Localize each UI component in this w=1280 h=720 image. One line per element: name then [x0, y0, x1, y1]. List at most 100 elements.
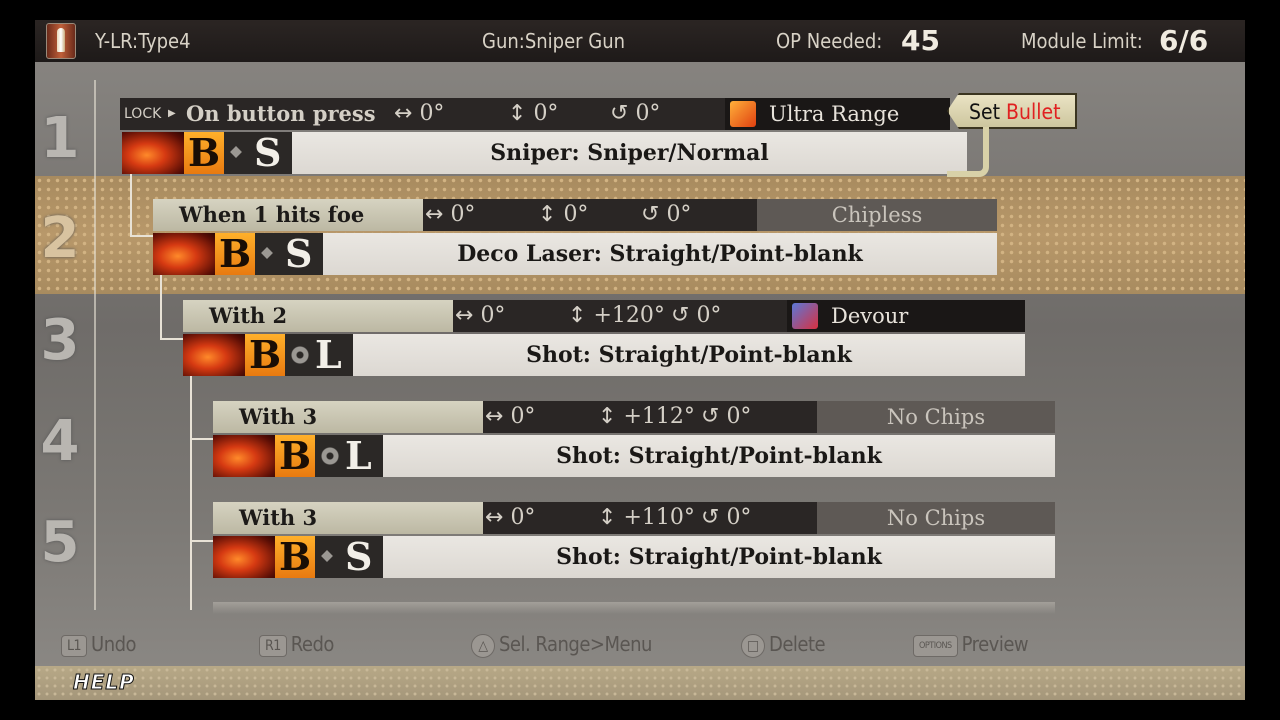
- horizontal-angle-icon: ↔: [485, 404, 504, 429]
- small-type-icon: [261, 247, 273, 259]
- tree-line: [130, 235, 155, 237]
- redo-control[interactable]: R1 Redo: [259, 632, 334, 657]
- row-2-type: S: [255, 233, 323, 275]
- select-range-control[interactable]: △ Sel. Range>Menu: [471, 632, 652, 658]
- row-3-r-angle: 0°: [696, 303, 722, 328]
- small-type-icon: [321, 550, 333, 562]
- horizontal-angle-icon: ↔: [394, 101, 413, 126]
- square-button-icon: □: [741, 633, 765, 658]
- tree-line: [160, 273, 162, 340]
- preview-label: Preview: [961, 632, 1029, 656]
- row-2-trigger[interactable]: When 1 hits foe: [153, 199, 423, 231]
- row-3-module[interactable]: B L Shot: Straight/Point-blank: [183, 334, 1025, 376]
- horizontal-angle-icon: ↔: [425, 202, 444, 227]
- element-fire-icon: [153, 233, 215, 275]
- row-3-element: B: [245, 334, 285, 376]
- row-4-trigger[interactable]: With 3: [213, 401, 483, 433]
- bullet-icon: [46, 23, 76, 59]
- row-1-type: S: [224, 132, 292, 174]
- row-3-trigger[interactable]: With 2: [183, 300, 453, 332]
- set-bullet-connector: [947, 127, 989, 177]
- row-5-chip[interactable]: No Chips: [817, 502, 1055, 534]
- rotation-icon: ↺: [701, 505, 720, 530]
- row-5-trigger[interactable]: With 3: [213, 502, 483, 534]
- help-label[interactable]: HELP: [73, 670, 135, 695]
- rotation-icon: ↺: [641, 202, 660, 227]
- op-needed-label: OP Needed:: [776, 29, 883, 53]
- row-number-5: 5: [40, 510, 80, 575]
- row-4-chip[interactable]: No Chips: [817, 401, 1055, 433]
- row-2-chip[interactable]: Chipless: [757, 199, 997, 231]
- row-number-2: 2: [40, 206, 80, 271]
- tree-line: [190, 540, 215, 542]
- help-bar: HELP: [35, 666, 1245, 700]
- large-type-icon: [289, 344, 311, 366]
- row-3-angles[interactable]: ↔ 0° ↕ +120° ↺ 0°: [453, 300, 787, 332]
- vertical-angle-icon: ↕: [598, 404, 617, 429]
- small-type-icon: [230, 146, 242, 158]
- rotation-icon: ↺: [610, 101, 629, 126]
- bullet-name: Y-LR:Type4: [95, 29, 191, 53]
- row-1-type-letter: S: [254, 130, 282, 175]
- rotation-icon: ↺: [671, 303, 690, 328]
- tree-line: [160, 338, 185, 340]
- element-fire-icon: [183, 334, 245, 376]
- element-fire-icon: [213, 536, 275, 578]
- top-bar: Y-LR:Type4 Gun:Sniper Gun OP Needed: 45 …: [35, 20, 1245, 62]
- vertical-angle-icon: ↕: [598, 505, 617, 530]
- delete-control[interactable]: □ Delete: [741, 632, 826, 658]
- vertical-angle-icon: ↕: [568, 303, 587, 328]
- chip-icon: [730, 101, 756, 127]
- row-5-v-angle: +110°: [623, 505, 695, 530]
- undo-label: Undo: [91, 632, 137, 656]
- op-needed-value: 45: [901, 24, 940, 57]
- row-number-4: 4: [40, 409, 80, 474]
- horizontal-angle-icon: ↔: [485, 505, 504, 530]
- module-limit-label: Module Limit:: [1021, 29, 1143, 53]
- row-5-h-angle: 0°: [510, 505, 536, 530]
- row-3-h-angle: 0°: [480, 303, 506, 328]
- row-2-element: B: [215, 233, 255, 275]
- undo-control[interactable]: L1 Undo: [61, 632, 137, 657]
- row-2-module[interactable]: B S Deco Laser: Straight/Point-blank: [153, 233, 997, 275]
- horizontal-angle-icon: ↔: [455, 303, 474, 328]
- row-4-angles[interactable]: ↔ 0° ↕ +112° ↺ 0°: [483, 401, 817, 433]
- row-4-element: B: [275, 435, 315, 477]
- row-1-chip[interactable]: Ultra Range: [725, 98, 950, 130]
- chip-icon: [792, 303, 818, 329]
- module-limit-value: 6/6: [1159, 24, 1209, 57]
- tree-line: [190, 375, 192, 610]
- row-3-type-letter: L: [315, 332, 342, 377]
- row-5-module[interactable]: B S Shot: Straight/Point-blank: [213, 536, 1055, 578]
- row-5-type: S: [315, 536, 383, 578]
- delete-label: Delete: [769, 632, 826, 656]
- vertical-angle-icon: ↕: [538, 202, 557, 227]
- row-5-angles[interactable]: ↔ 0° ↕ +110° ↺ 0°: [483, 502, 817, 534]
- row-5-module-name: Shot: Straight/Point-blank: [383, 536, 1055, 578]
- select-range-label: Sel. Range>Menu: [499, 632, 652, 656]
- row-3-chip-label: Devour: [831, 304, 909, 328]
- row-4-h-angle: 0°: [510, 404, 536, 429]
- row-6-fade: [213, 602, 1055, 614]
- large-type-icon: [319, 445, 341, 467]
- row-2-module-name: Deco Laser: Straight/Point-blank: [323, 233, 997, 275]
- row-3-chip[interactable]: Devour: [787, 300, 1025, 332]
- set-bullet-button[interactable]: Set Bullet: [947, 93, 1077, 129]
- row-2-h-angle: 0°: [450, 202, 476, 227]
- set-bullet-prefix: Set: [969, 100, 1007, 124]
- row-4-type-letter: L: [345, 433, 372, 478]
- row-1-r-angle: 0°: [635, 101, 661, 126]
- options-button-icon: OPTIONS: [913, 634, 958, 657]
- element-fire-icon: [122, 132, 184, 174]
- row-4-module[interactable]: B L Shot: Straight/Point-blank: [213, 435, 1055, 477]
- row-2-angles[interactable]: ↔ 0° ↕ 0° ↺ 0°: [423, 199, 757, 231]
- row-1-module-name: Sniper: Sniper/Normal: [292, 132, 967, 174]
- vertical-angle-icon: ↕: [508, 101, 527, 126]
- row-1-chip-label: Ultra Range: [769, 102, 900, 126]
- preview-control[interactable]: OPTIONS Preview: [913, 632, 1029, 657]
- row-1-header[interactable]: LOCK ▶ On button press ↔ 0° ↕ 0° ↺ 0° Ul…: [120, 98, 950, 130]
- row-1-module[interactable]: B S Sniper: Sniper/Normal: [122, 132, 967, 174]
- row-1-element: B: [184, 132, 224, 174]
- row-1-v-angle: 0°: [533, 101, 559, 126]
- gun-type: Gun:Sniper Gun: [482, 29, 626, 53]
